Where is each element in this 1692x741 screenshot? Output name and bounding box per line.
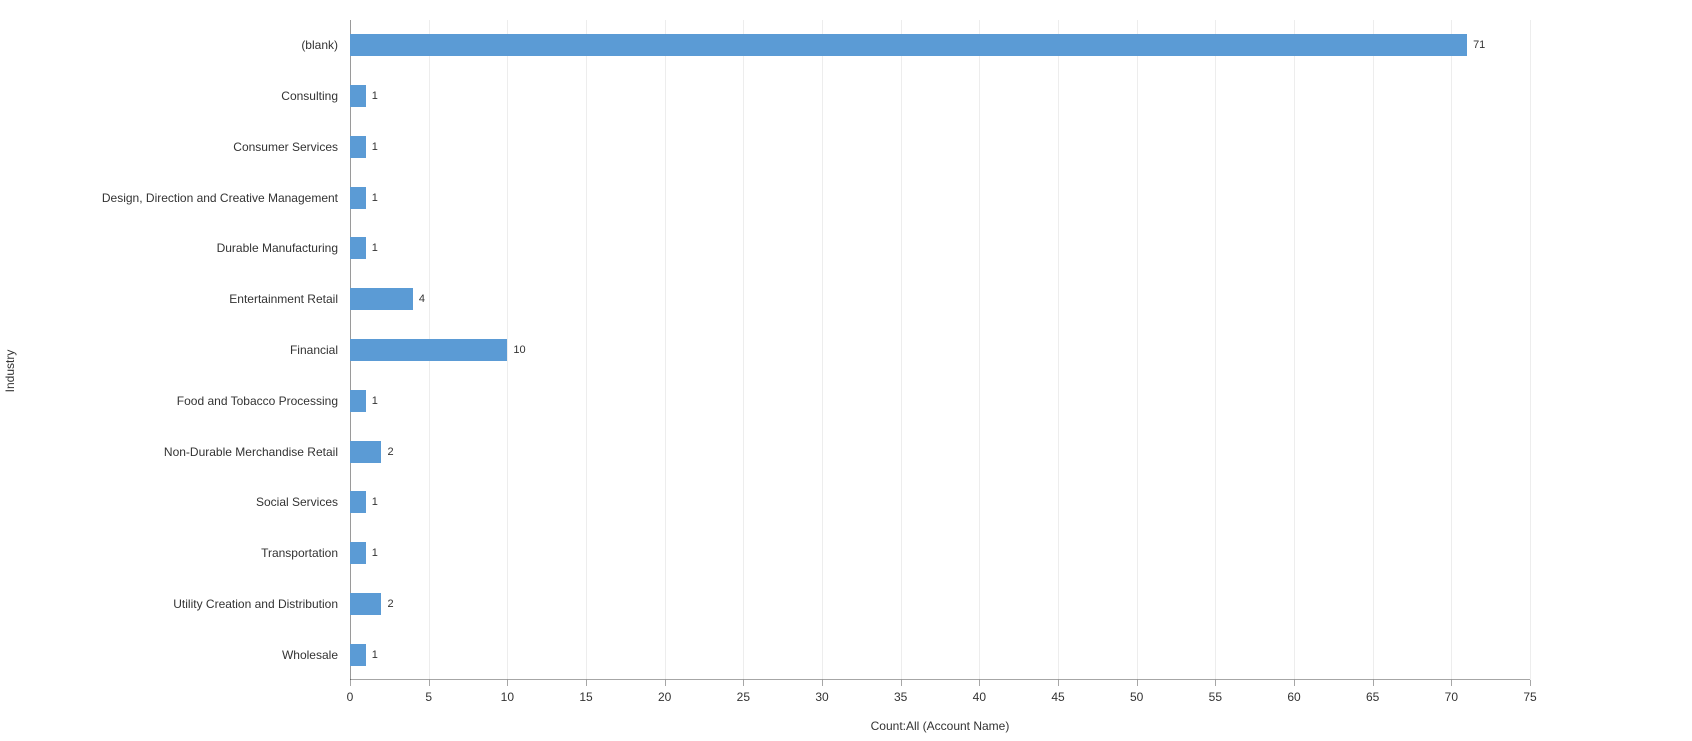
x-tick-label: 30 — [815, 690, 828, 704]
category-label: Wholesale — [0, 648, 338, 662]
plot-area: 0510152025303540455055606570757111114101… — [350, 20, 1530, 680]
x-tick-label: 40 — [973, 690, 986, 704]
x-tick-label: 45 — [1051, 690, 1064, 704]
x-tick-mark — [1137, 680, 1138, 686]
x-tick-mark — [1530, 680, 1531, 686]
bar[interactable] — [350, 136, 366, 158]
x-tick-mark — [1058, 680, 1059, 686]
bar[interactable] — [350, 593, 381, 615]
x-tick-mark — [743, 680, 744, 686]
x-tick-label: 10 — [501, 690, 514, 704]
x-tick-label: 75 — [1523, 690, 1536, 704]
bar-row: 4 — [350, 288, 1530, 310]
x-tick-mark — [507, 680, 508, 686]
category-label: Consumer Services — [0, 140, 338, 154]
category-label: Financial — [0, 343, 338, 357]
bar-row: 1 — [350, 390, 1530, 412]
bar-value-label: 1 — [372, 242, 378, 254]
bar[interactable] — [350, 644, 366, 666]
x-tick-label: 65 — [1366, 690, 1379, 704]
category-label: Consulting — [0, 89, 338, 103]
x-tick-mark — [901, 680, 902, 686]
category-label: Food and Tobacco Processing — [0, 394, 338, 408]
x-axis-title: Count:All (Account Name) — [350, 719, 1530, 733]
bar[interactable] — [350, 85, 366, 107]
gridline — [1530, 20, 1531, 680]
x-tick-label: 35 — [894, 690, 907, 704]
bar-row: 2 — [350, 593, 1530, 615]
bar[interactable] — [350, 288, 413, 310]
bar[interactable] — [350, 187, 366, 209]
bar-row: 1 — [350, 542, 1530, 564]
bar-value-label: 2 — [387, 598, 393, 610]
x-tick-mark — [1451, 680, 1452, 686]
category-label: Design, Direction and Creative Managemen… — [0, 191, 338, 205]
bar-row: 71 — [350, 34, 1530, 56]
bar[interactable] — [350, 542, 366, 564]
bar-row: 1 — [350, 237, 1530, 259]
x-tick-mark — [350, 680, 351, 686]
x-tick-mark — [1373, 680, 1374, 686]
bar-value-label: 4 — [419, 293, 425, 305]
x-tick-label: 55 — [1209, 690, 1222, 704]
x-tick-mark — [665, 680, 666, 686]
bar-value-label: 1 — [372, 90, 378, 102]
x-tick-mark — [1294, 680, 1295, 686]
bar[interactable] — [350, 34, 1467, 56]
x-tick-mark — [429, 680, 430, 686]
category-label: Non-Durable Merchandise Retail — [0, 445, 338, 459]
category-label: Transportation — [0, 546, 338, 560]
bar-value-label: 1 — [372, 547, 378, 559]
bar-value-label: 1 — [372, 395, 378, 407]
bar-value-label: 1 — [372, 192, 378, 204]
bar-value-label: 1 — [372, 141, 378, 153]
x-tick-mark — [1215, 680, 1216, 686]
x-tick-mark — [822, 680, 823, 686]
category-label: Durable Manufacturing — [0, 241, 338, 255]
category-label: Utility Creation and Distribution — [0, 597, 338, 611]
bar-value-label: 71 — [1473, 39, 1485, 51]
x-tick-label: 20 — [658, 690, 671, 704]
bar-value-label: 1 — [372, 496, 378, 508]
bar-row: 2 — [350, 441, 1530, 463]
bar[interactable] — [350, 491, 366, 513]
x-tick-label: 5 — [425, 690, 432, 704]
category-label: Entertainment Retail — [0, 292, 338, 306]
bar[interactable] — [350, 237, 366, 259]
x-tick-label: 60 — [1287, 690, 1300, 704]
bar-row: 1 — [350, 136, 1530, 158]
category-label: Social Services — [0, 495, 338, 509]
x-tick-mark — [586, 680, 587, 686]
x-tick-label: 70 — [1445, 690, 1458, 704]
chart-container: Industry Count:All (Account Name) 051015… — [0, 0, 1692, 741]
bar-value-label: 10 — [513, 344, 525, 356]
bar-row: 1 — [350, 491, 1530, 513]
bar[interactable] — [350, 339, 507, 361]
bar-row: 10 — [350, 339, 1530, 361]
bar-row: 1 — [350, 85, 1530, 107]
bar-row: 1 — [350, 644, 1530, 666]
x-tick-label: 25 — [737, 690, 750, 704]
x-axis-line — [350, 679, 1530, 680]
category-label: (blank) — [0, 38, 338, 52]
bar[interactable] — [350, 390, 366, 412]
x-tick-label: 0 — [347, 690, 354, 704]
x-tick-label: 50 — [1130, 690, 1143, 704]
bar-value-label: 2 — [387, 446, 393, 458]
x-tick-mark — [979, 680, 980, 686]
bar-value-label: 1 — [372, 649, 378, 661]
bar-row: 1 — [350, 187, 1530, 209]
bar[interactable] — [350, 441, 381, 463]
x-tick-label: 15 — [579, 690, 592, 704]
